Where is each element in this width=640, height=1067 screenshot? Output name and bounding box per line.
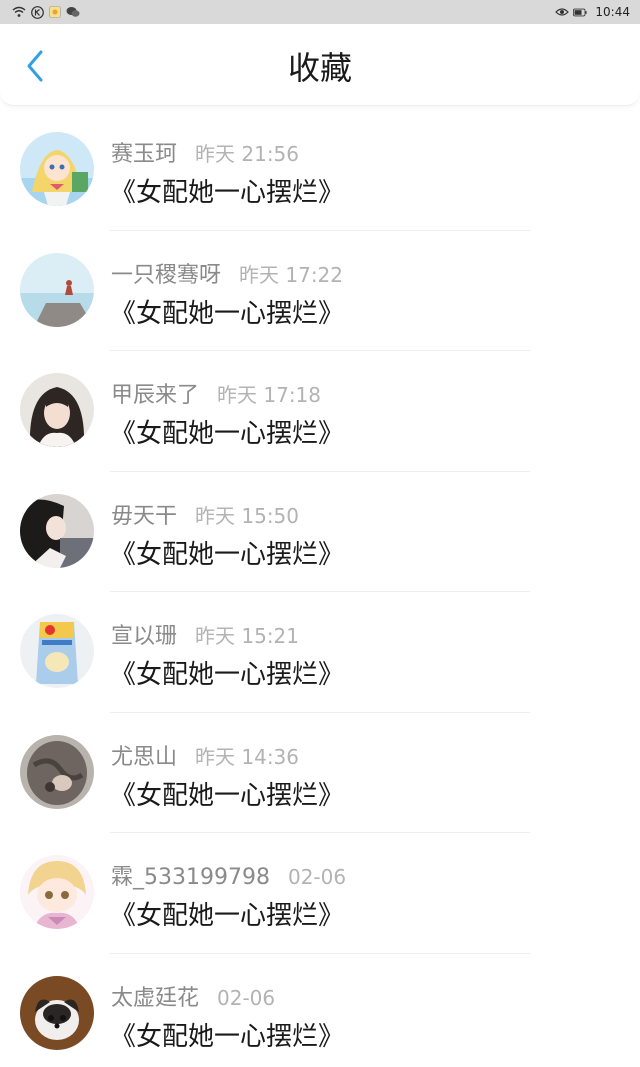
status-bar-right: 10:44 xyxy=(555,5,630,19)
username: 太虚廷花 xyxy=(111,985,200,1011)
page-title: 收藏 xyxy=(287,49,352,87)
list-item[interactable]: 赛玉珂 昨天 21:56 《女配她一心摆烂》 xyxy=(0,110,640,231)
avatar[interactable] xyxy=(20,734,94,809)
timestamp: 昨天 14:36 xyxy=(195,744,300,769)
avatar[interactable] xyxy=(20,975,94,1050)
favorites-list: 赛玉珂 昨天 21:56 《女配她一心摆烂》 一只稷骞呀 昨天 17:22 《女… xyxy=(0,110,640,1067)
eye-icon xyxy=(555,5,570,19)
list-item[interactable]: 太虚廷花 02-06 《女配她一心摆烂》 xyxy=(0,954,640,1067)
timestamp: 昨天 17:18 xyxy=(217,383,322,407)
avatar[interactable] xyxy=(20,493,94,568)
item-meta: 赛玉珂 昨天 21:56 xyxy=(111,136,300,167)
avatar[interactable] xyxy=(20,614,94,688)
timestamp: 昨天 15:50 xyxy=(195,503,300,528)
book-title: 《女配她一心摆烂》 xyxy=(110,539,345,570)
item-meta: 甲辰来了 昨天 17:18 xyxy=(111,377,322,408)
back-button[interactable] xyxy=(18,48,52,88)
list-item[interactable]: 霖_533199798 02-06 《女配她一心摆烂》 xyxy=(0,833,640,954)
list-item[interactable]: 一只稷骞呀 昨天 17:22 《女配她一心摆烂》 xyxy=(0,231,640,351)
timestamp: 昨天 17:22 xyxy=(239,262,344,287)
list-item[interactable]: 宣以珊 昨天 15:21 《女配她一心摆烂》 xyxy=(0,592,640,713)
avatar[interactable] xyxy=(20,855,94,929)
timestamp: 昨天 15:21 xyxy=(195,624,300,648)
item-meta: 毋天干 昨天 15:50 xyxy=(111,498,300,529)
avatar[interactable] xyxy=(20,252,94,327)
item-meta: 一只稷骞呀 昨天 17:22 xyxy=(111,257,344,288)
avatar[interactable] xyxy=(20,373,94,447)
header-bar: 收藏 xyxy=(0,24,640,106)
item-meta: 太虚廷花 02-06 xyxy=(111,980,276,1011)
item-meta: 尤思山 昨天 14:36 xyxy=(111,739,300,770)
book-title: 《女配她一心摆烂》 xyxy=(110,780,345,811)
item-meta: 宣以珊 昨天 15:21 xyxy=(111,618,300,649)
chevron-left-icon xyxy=(25,49,45,87)
weather-app-icon xyxy=(48,5,62,19)
item-meta: 霖_533199798 02-06 xyxy=(111,859,347,890)
timestamp: 昨天 21:56 xyxy=(195,142,300,166)
wifi-icon xyxy=(12,5,26,19)
avatar[interactable] xyxy=(20,132,94,206)
timestamp: 02-06 xyxy=(287,865,347,889)
book-title: 《女配她一心摆烂》 xyxy=(110,901,345,931)
username: 一只稷骞呀 xyxy=(111,262,222,288)
wechat-icon xyxy=(66,5,80,19)
battery-icon xyxy=(573,5,587,19)
timestamp: 02-06 xyxy=(217,985,276,1010)
username: 甲辰来了 xyxy=(111,383,200,408)
k-app-icon xyxy=(30,5,44,19)
status-time: 10:44 xyxy=(595,5,630,19)
username: 赛玉珂 xyxy=(111,142,178,167)
list-item[interactable]: 毋天干 昨天 15:50 《女配她一心摆烂》 xyxy=(0,472,640,592)
book-title: 《女配她一心摆烂》 xyxy=(110,178,345,208)
username: 霖_533199798 xyxy=(111,865,270,890)
username: 毋天干 xyxy=(111,503,178,529)
status-bar-left xyxy=(12,5,80,19)
list-item[interactable]: 尤思山 昨天 14:36 《女配她一心摆烂》 xyxy=(0,713,640,833)
list-item[interactable]: 甲辰来了 昨天 17:18 《女配她一心摆烂》 xyxy=(0,351,640,472)
book-title: 《女配她一心摆烂》 xyxy=(110,298,345,329)
username: 宣以珊 xyxy=(111,624,178,649)
book-title: 《女配她一心摆烂》 xyxy=(110,660,345,690)
book-title: 《女配她一心摆烂》 xyxy=(110,419,345,449)
book-title: 《女配她一心摆烂》 xyxy=(110,1021,345,1052)
username: 尤思山 xyxy=(111,744,178,770)
status-bar: 10:44 xyxy=(0,0,640,24)
